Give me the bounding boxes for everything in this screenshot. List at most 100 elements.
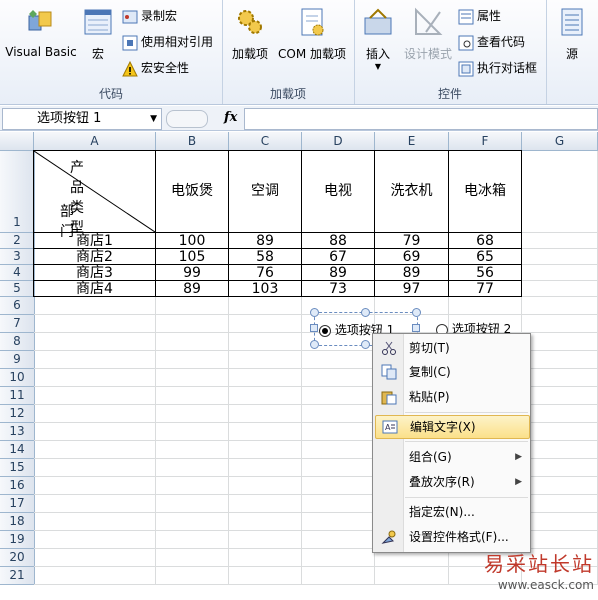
sales-value[interactable]: 97 [375, 281, 449, 297]
cell[interactable] [522, 297, 598, 315]
cell[interactable] [34, 495, 156, 513]
cell[interactable] [522, 333, 598, 351]
cell[interactable] [375, 567, 449, 585]
row-header-12[interactable]: 12 [0, 405, 35, 423]
store-name[interactable]: 商店4 [34, 281, 156, 297]
sales-value[interactable] [522, 281, 598, 297]
row-header-17[interactable]: 17 [0, 495, 35, 513]
sales-value[interactable]: 73 [302, 281, 375, 297]
cell[interactable] [34, 459, 156, 477]
sales-value[interactable]: 89 [302, 265, 375, 281]
cell[interactable] [229, 549, 302, 567]
cell[interactable] [229, 477, 302, 495]
cell[interactable] [156, 315, 229, 333]
macro-security-button[interactable]: 宏安全性 [122, 58, 189, 78]
column-header-c[interactable]: C [229, 132, 302, 151]
cell[interactable] [229, 459, 302, 477]
cell[interactable] [156, 513, 229, 531]
chevron-down-icon[interactable]: ▼ [150, 109, 157, 129]
cell[interactable] [156, 495, 229, 513]
insert-function-icon[interactable]: fx [224, 110, 237, 125]
column-header-g[interactable]: G [522, 132, 598, 151]
cell[interactable] [34, 549, 156, 567]
row-header-8[interactable]: 8 [0, 333, 35, 351]
sales-value[interactable]: 79 [375, 233, 449, 249]
cell[interactable] [156, 297, 229, 315]
cell[interactable] [156, 387, 229, 405]
sales-value[interactable]: 88 [302, 233, 375, 249]
row-header-1[interactable]: 1 [0, 151, 35, 233]
sales-value[interactable]: 89 [375, 265, 449, 281]
cell[interactable] [156, 333, 229, 351]
view-code-button[interactable]: 查看代码 [458, 32, 525, 52]
row-header-20[interactable]: 20 [0, 549, 35, 567]
design-mode-button[interactable]: 设计模式 [400, 6, 456, 62]
sales-value[interactable]: 68 [449, 233, 522, 249]
cell[interactable] [34, 315, 156, 333]
cell[interactable] [229, 369, 302, 387]
cell[interactable] [156, 441, 229, 459]
cell[interactable] [156, 549, 229, 567]
column-header-f[interactable]: F [449, 132, 522, 151]
sales-value[interactable]: 65 [449, 249, 522, 265]
formula-input[interactable] [244, 108, 598, 130]
cell[interactable] [302, 441, 375, 459]
sales-value[interactable]: 100 [156, 233, 229, 249]
sales-value[interactable]: 67 [302, 249, 375, 265]
sales-value[interactable]: 89 [156, 281, 229, 297]
resize-handle[interactable] [361, 340, 370, 349]
addins-button[interactable]: 加载项 [228, 6, 272, 62]
row-header-15[interactable]: 15 [0, 459, 35, 477]
sales-value[interactable]: 77 [449, 281, 522, 297]
cell[interactable] [522, 477, 598, 495]
sales-value[interactable]: 99 [156, 265, 229, 281]
cell[interactable] [156, 423, 229, 441]
cell[interactable] [229, 297, 302, 315]
product-header[interactable]: 空调 [229, 151, 302, 233]
source-button[interactable]: 源 [552, 6, 592, 62]
row-header-11[interactable]: 11 [0, 387, 35, 405]
store-name[interactable]: 商店1 [34, 233, 156, 249]
cell[interactable] [34, 297, 156, 315]
run-dialog-button[interactable]: 执行对话框 [458, 58, 537, 78]
cell[interactable] [229, 441, 302, 459]
cell[interactable] [522, 495, 598, 513]
cell[interactable] [302, 387, 375, 405]
row-header-18[interactable]: 18 [0, 513, 35, 531]
column-header-d[interactable]: D [302, 132, 375, 151]
cell[interactable] [34, 351, 156, 369]
cell[interactable] [34, 567, 156, 585]
cell[interactable] [229, 531, 302, 549]
cell[interactable] [449, 297, 522, 315]
column-header-b[interactable]: B [156, 132, 229, 151]
product-header[interactable]: 电冰箱 [449, 151, 522, 233]
cell[interactable] [34, 405, 156, 423]
row-header-14[interactable]: 14 [0, 441, 35, 459]
row-header-4[interactable]: 4 [0, 265, 35, 281]
row-header-16[interactable]: 16 [0, 477, 35, 495]
com-addins-button[interactable]: COM 加载项 [274, 6, 350, 62]
cell[interactable] [156, 351, 229, 369]
menu-item-order[interactable]: 叠放次序(R) ▶ [375, 471, 528, 493]
cell[interactable] [156, 369, 229, 387]
sales-value[interactable]: 69 [375, 249, 449, 265]
cell[interactable] [522, 513, 598, 531]
sales-value[interactable]: 58 [229, 249, 302, 265]
product-header[interactable] [522, 151, 598, 233]
resize-handle[interactable] [412, 324, 420, 332]
sales-value[interactable]: 89 [229, 233, 302, 249]
product-header[interactable]: 电饭煲 [156, 151, 229, 233]
cell[interactable] [522, 351, 598, 369]
column-header-e[interactable]: E [375, 132, 449, 151]
relative-reference-button[interactable]: 使用相对引用 [122, 32, 213, 52]
menu-item-format-control[interactable]: 设置控件格式(F)... [375, 526, 528, 548]
resize-handle[interactable] [361, 308, 370, 317]
record-macro-button[interactable]: 录制宏 [122, 6, 177, 26]
cell[interactable] [522, 405, 598, 423]
row-header-6[interactable]: 6 [0, 297, 35, 315]
select-all-corner[interactable] [0, 132, 34, 151]
row-header-21[interactable]: 21 [0, 567, 35, 585]
cell[interactable] [302, 495, 375, 513]
cell[interactable] [34, 333, 156, 351]
cell[interactable] [229, 351, 302, 369]
